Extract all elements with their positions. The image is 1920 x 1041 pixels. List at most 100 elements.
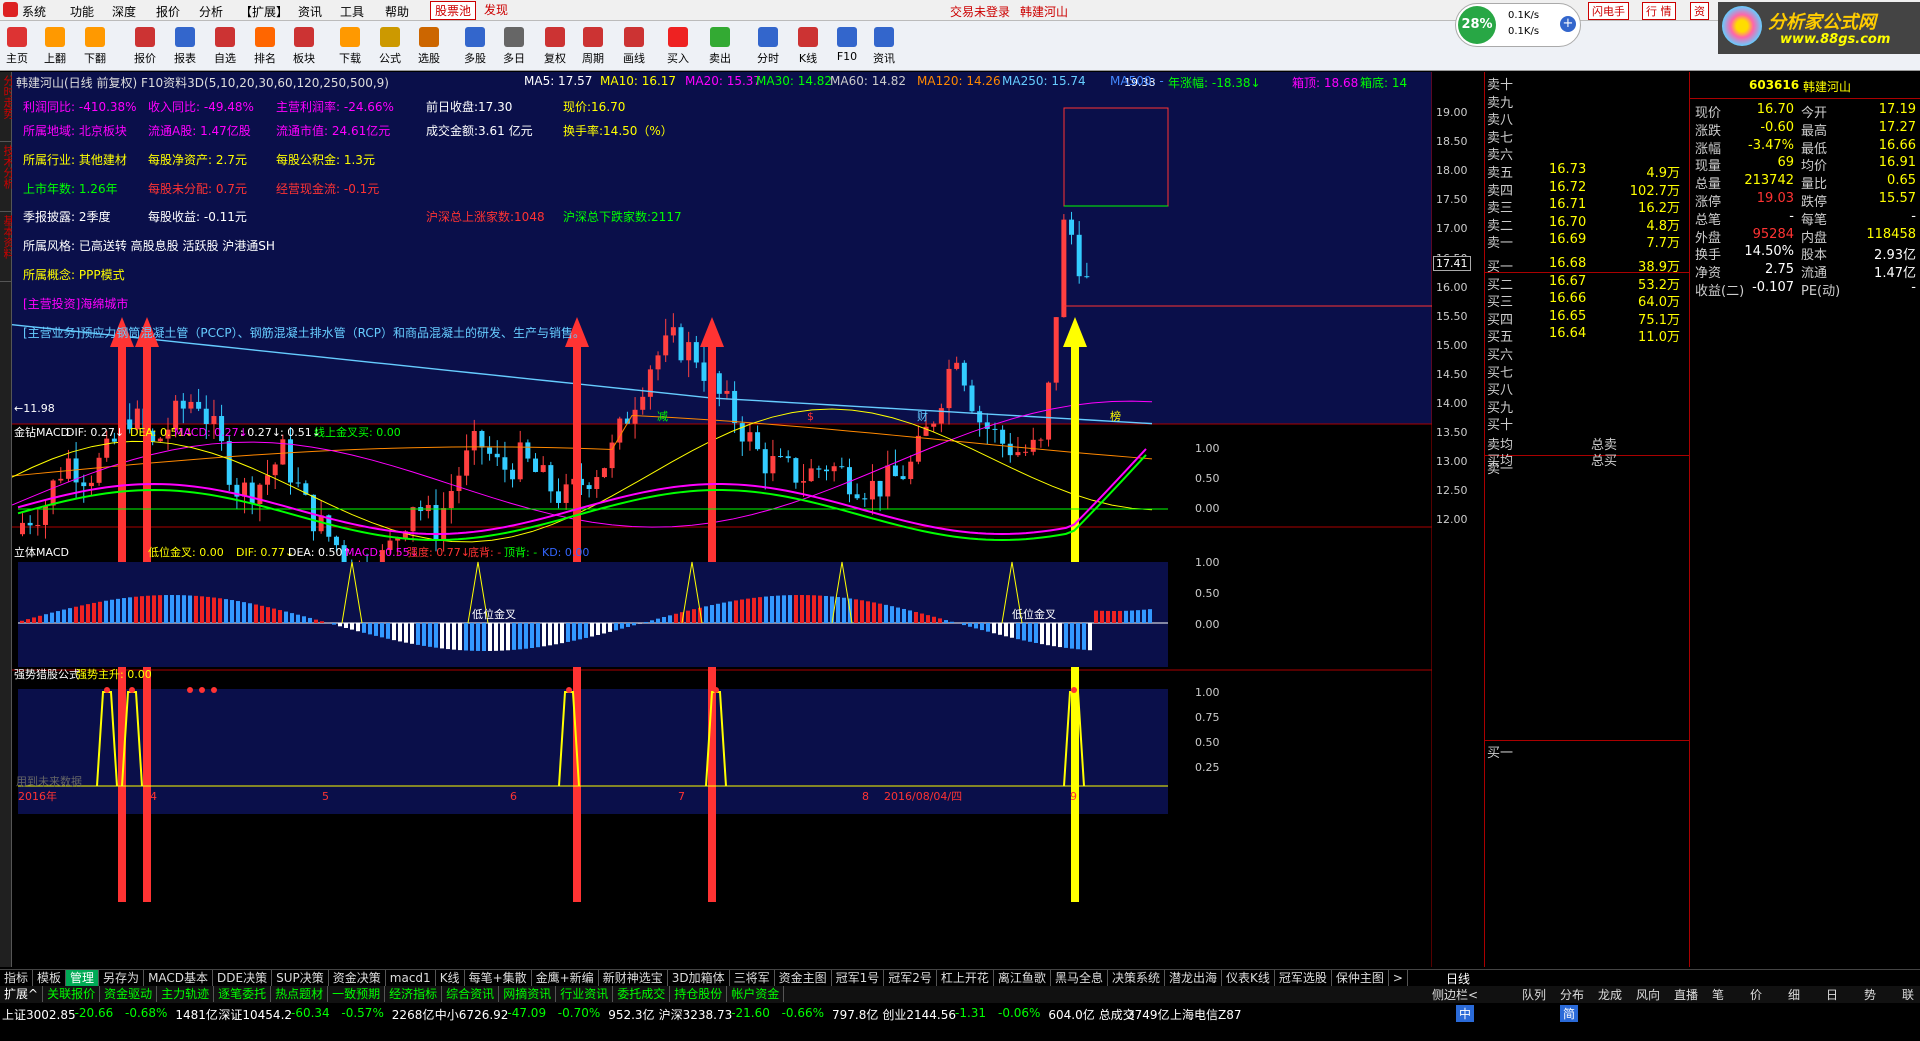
side-tab-bottom-1[interactable]: 队列: [1522, 986, 1546, 1003]
side-tab-bottom-4[interactable]: 风向: [1636, 986, 1660, 1003]
toolbar-20[interactable]: F10: [830, 25, 864, 69]
menu-item-0[interactable]: 系统: [22, 3, 46, 20]
indicator-tab-8[interactable]: macd1: [386, 970, 436, 986]
period-label[interactable]: 日线: [1446, 970, 1470, 986]
toolbar-12[interactable]: 多日: [497, 25, 531, 69]
ext-tab-0[interactable]: 扩展^: [0, 986, 44, 1002]
ime-mode[interactable]: 简: [1560, 1005, 1579, 1022]
ext-tab-9[interactable]: 网摘资讯: [499, 986, 557, 1002]
menu-item-5[interactable]: 【扩展】: [240, 3, 288, 20]
toolbar-15[interactable]: 画线: [617, 25, 651, 69]
ask-price-3[interactable]: 16.70: [1549, 215, 1586, 230]
indicator-tab-7[interactable]: 资金决策: [329, 970, 386, 986]
network-monitor[interactable]: 28% 0.1K/s 0.1K/s +: [1455, 3, 1581, 47]
ask-price-1[interactable]: 16.72: [1549, 180, 1586, 195]
toolbar-2[interactable]: 下翻: [78, 25, 112, 69]
indicator-tab-22[interactable]: 潜龙出海: [1165, 970, 1222, 986]
login-status[interactable]: 交易未登录: [950, 3, 1010, 20]
toolbar-1[interactable]: 上翻: [38, 25, 72, 69]
ext-tab-13[interactable]: 帐户资金: [727, 986, 785, 1002]
chart-area[interactable]: 19.38 ←11.98 减 $ 财榜金钻MACD DIF: 0.27↓ DEA: 0.51…: [12, 72, 1432, 967]
side-tab-bottom-6[interactable]: 笔: [1712, 986, 1724, 1003]
add-icon[interactable]: +: [1560, 16, 1576, 32]
ext-tab-1[interactable]: 关联报价: [43, 986, 101, 1002]
toolbar-11[interactable]: 多股: [458, 25, 492, 69]
toolbar-7[interactable]: 板块: [287, 25, 321, 69]
indicator-tab-14[interactable]: 三将军: [730, 970, 775, 986]
menu-item-4[interactable]: 分析: [199, 3, 223, 20]
ime-indicator[interactable]: 中: [1456, 1005, 1475, 1022]
toolbar-3[interactable]: 报价: [128, 25, 162, 69]
toolbar-19[interactable]: K线: [791, 25, 825, 69]
side-tab-bottom-8[interactable]: 细: [1788, 986, 1800, 1003]
indicator-tab-15[interactable]: 资金主图: [775, 970, 832, 986]
side-tab-bottom-5[interactable]: 直播: [1674, 986, 1698, 1003]
indicator-tab-0[interactable]: 指标: [0, 970, 34, 986]
toolbar-21[interactable]: 资讯: [867, 25, 901, 69]
toolbar-0[interactable]: 主页: [0, 25, 34, 69]
side-tab-bottom-3[interactable]: 龙成: [1598, 986, 1622, 1003]
bid-price-3[interactable]: 16.65: [1549, 309, 1586, 324]
toolbar-18[interactable]: 分时: [751, 25, 785, 69]
ask-price-4[interactable]: 16.69: [1549, 232, 1586, 247]
ext-tab-12[interactable]: 持仓股份: [670, 986, 728, 1002]
side-tab-bottom-9[interactable]: 日: [1826, 986, 1838, 1003]
indicator-tab-19[interactable]: 离江鱼歌: [994, 970, 1051, 986]
app-logo-icon[interactable]: [3, 2, 18, 17]
menu-item-8[interactable]: 帮助: [385, 3, 409, 20]
indicator-tab-23[interactable]: 仪表K线: [1222, 970, 1275, 986]
menu-item-2[interactable]: 深度: [112, 3, 136, 20]
ext-tab-6[interactable]: 一致预期: [328, 986, 386, 1002]
side-tab-bottom-10[interactable]: 势: [1864, 986, 1876, 1003]
bid-price-0[interactable]: 16.68: [1549, 256, 1586, 271]
indicator-tab-9[interactable]: K线: [436, 970, 465, 986]
menu-item-6[interactable]: 资讯: [298, 3, 322, 20]
ext-tab-2[interactable]: 资金驱动: [100, 986, 158, 1002]
bid-price-2[interactable]: 16.66: [1549, 291, 1586, 306]
side-tab-bottom-7[interactable]: 价: [1750, 986, 1762, 1003]
ext-tab-5[interactable]: 热点题材: [271, 986, 329, 1002]
ext-tab-3[interactable]: 主力轨迹: [157, 986, 215, 1002]
toolbar-17[interactable]: 卖出: [703, 25, 737, 69]
indicator-tab-6[interactable]: SUP决策: [272, 970, 329, 986]
indicator-tab-10[interactable]: 每笔+集散: [465, 970, 532, 986]
ext-tab-4[interactable]: 逐笔委托: [214, 986, 272, 1002]
discover-tab[interactable]: 发现: [484, 1, 508, 18]
ext-tab-10[interactable]: 行业资讯: [556, 986, 614, 1002]
indicator-tab-12[interactable]: 新财神选宝: [599, 970, 668, 986]
indicator-tab-24[interactable]: 冠军选股: [1275, 970, 1332, 986]
indicator-tab-11[interactable]: 金鹰+新编: [532, 970, 599, 986]
menu-item-1[interactable]: 功能: [70, 3, 94, 20]
indicator-tab-13[interactable]: 3D加箱体: [668, 970, 730, 986]
indicator-tab-21[interactable]: 决策系统: [1108, 970, 1165, 986]
indicator-tab-18[interactable]: 杠上开花: [937, 970, 994, 986]
indicator-tab-5[interactable]: DDE决策: [213, 970, 273, 986]
right-button-1[interactable]: 行 情: [1642, 2, 1676, 20]
ask-price-0[interactable]: 16.73: [1549, 162, 1586, 177]
bid-price-1[interactable]: 16.67: [1549, 274, 1586, 289]
indicator-tab-4[interactable]: MACD基本: [144, 970, 214, 986]
indicator-tab-20[interactable]: 黑马全息: [1051, 970, 1108, 986]
stock-pool-tab[interactable]: 股票池: [430, 1, 477, 20]
ask-price-2[interactable]: 16.71: [1549, 197, 1586, 212]
toolbar-10[interactable]: 选股: [412, 25, 446, 69]
ext-tab-11[interactable]: 委托成交: [613, 986, 671, 1002]
toolbar-5[interactable]: 自选: [208, 25, 242, 69]
ext-tab-7[interactable]: 经济指标: [385, 986, 443, 1002]
side-tab-bottom-0[interactable]: 侧边栏<: [1432, 986, 1478, 1003]
toolbar-14[interactable]: 周期: [576, 25, 610, 69]
bid-price-4[interactable]: 16.64: [1549, 326, 1586, 341]
indicator-tab-2[interactable]: 管理: [66, 970, 100, 986]
toolbar-8[interactable]: 下载: [333, 25, 367, 69]
indicator-tab-1[interactable]: 模板: [33, 970, 67, 986]
menu-item-3[interactable]: 报价: [156, 3, 180, 20]
right-button-0[interactable]: 闪电手: [1588, 2, 1629, 20]
toolbar-9[interactable]: 公式: [373, 25, 407, 69]
indicator-tab-3[interactable]: 另存为: [99, 970, 145, 986]
side-tab-bottom-11[interactable]: 联: [1902, 986, 1914, 1003]
toolbar-16[interactable]: 买入: [661, 25, 695, 69]
indicator-tab-25[interactable]: 保仲主图: [1332, 970, 1389, 986]
side-tab-bottom-2[interactable]: 分布: [1560, 986, 1584, 1003]
indicator-tab-16[interactable]: 冠军1号: [832, 970, 885, 986]
ext-tab-8[interactable]: 综合资讯: [442, 986, 500, 1002]
